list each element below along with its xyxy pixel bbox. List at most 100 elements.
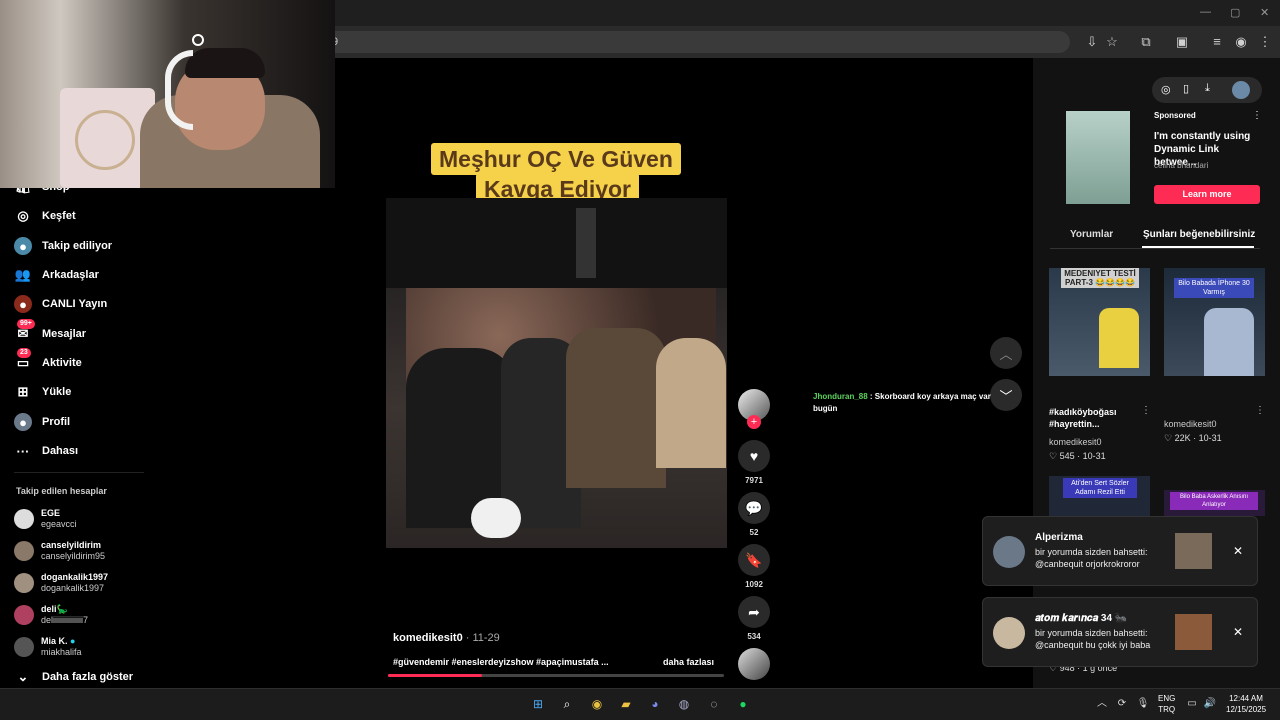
close-icon[interactable]: ✕ <box>1233 544 1243 558</box>
system-clock[interactable]: 12:44 AM 12/15/2025 <box>1226 693 1266 715</box>
close-icon[interactable]: ✕ <box>1233 625 1243 639</box>
sidebar-icon[interactable]: ▣ <box>1173 33 1191 51</box>
show-more-link[interactable]: daha fazlası <box>663 657 714 667</box>
previous-video-button[interactable]: ︿ <box>990 337 1022 369</box>
tray-chevron-icon[interactable]: ︿ <box>1092 694 1112 714</box>
account-item[interactable]: Mia K. ● miakhalifa <box>14 636 82 658</box>
search-icon[interactable]: ⌕ <box>557 694 577 714</box>
account-item[interactable]: deli🦕 deliiiiiiiiiiiiiii7 <box>14 604 88 626</box>
video-player[interactable] <box>386 198 727 548</box>
download-icon[interactable]: ⤓ <box>1205 82 1210 95</box>
share-button[interactable]: ➦ <box>738 596 770 628</box>
video-progress-bar[interactable] <box>388 674 724 677</box>
sidebar-item-following[interactable]: ● Takip ediliyor <box>14 235 112 257</box>
club-logo <box>75 110 135 170</box>
video-stats: ♡ 22K · 10-31 <box>1164 433 1222 443</box>
sidebar-item-profile[interactable]: ● Profil <box>14 411 70 433</box>
account-name: dogankalik1997 <box>41 572 109 582</box>
comment-button[interactable]: 💬 <box>738 492 770 524</box>
app-icon[interactable]: ◌ <box>704 694 724 714</box>
learn-more-button[interactable]: Learn more <box>1154 185 1260 204</box>
tab-comments[interactable]: Yorumlar <box>1070 229 1113 240</box>
maximize-button[interactable]: ▢ <box>1230 6 1240 19</box>
profile-avatar-icon[interactable]: ◉ <box>1232 33 1250 51</box>
chrome-icon[interactable]: ◉ <box>587 694 607 714</box>
man-brown-shirt <box>566 328 666 488</box>
save-button[interactable]: 🔖 <box>738 544 770 576</box>
file-explorer-icon[interactable]: ▰ <box>616 694 636 714</box>
discord-icon[interactable]: ◕ <box>645 694 665 714</box>
sync-icon[interactable]: ⟳ <box>1112 694 1132 714</box>
minimize-button[interactable]: — <box>1200 6 1211 18</box>
menu-icon[interactable]: ⋮ <box>1256 33 1274 51</box>
avatar <box>14 637 34 657</box>
video-thumbnail[interactable]: Ati'den Sert Sözler Adamı Rezil Etti <box>1049 476 1150 516</box>
sidebar-item-friends[interactable]: 👥 Arkadaşlar <box>14 264 99 286</box>
avatar <box>14 605 34 625</box>
video-thumbnail[interactable]: Bilo Baba Askerlik Anısını Anlatıyor <box>1164 490 1265 516</box>
notification-user: Alperizma <box>1035 532 1083 543</box>
address-bar[interactable]: 9 <box>300 31 1070 53</box>
show-more-button[interactable]: ⌄ Daha fazla göster <box>14 666 134 688</box>
extensions-icon[interactable]: ⧉ <box>1137 33 1155 51</box>
camera-tripod <box>576 208 596 278</box>
sidebar-item-messages[interactable]: ✉ 99+ Mesajlar <box>14 319 86 345</box>
tab-you-may-like[interactable]: Şunları beğenebilirsiniz <box>1143 229 1255 240</box>
following-icon: ● <box>14 237 32 255</box>
more-options-icon[interactable]: ⋮ <box>1255 405 1265 416</box>
notification-mention: @canbequit bu çokk iyi baba <box>1035 640 1151 650</box>
video-title[interactable]: #kadıköyboğası #hayrettin... <box>1049 406 1144 430</box>
spotify-icon[interactable]: ● <box>733 694 753 714</box>
volume-icon[interactable]: 🔊 <box>1200 694 1220 714</box>
save-count: 1092 <box>745 580 763 589</box>
video-author[interactable]: komedikesit0 · 11-29 <box>393 632 500 644</box>
user-avatar-icon[interactable] <box>1232 81 1250 99</box>
chevron-up-icon: ︿ <box>999 346 1013 362</box>
video-hashtags[interactable]: #güvendemir #eneslerdeyizshow #apaçimust… <box>393 657 609 667</box>
account-name: Mia K. <box>41 636 68 646</box>
thumbnail-overlay-text: Ati'den Sert Sözler Adamı Rezil Etti <box>1063 478 1137 498</box>
ad-thumbnail[interactable] <box>1066 111 1130 204</box>
sidebar-item-upload[interactable]: ⊞ Yükle <box>14 381 72 403</box>
follow-plus-icon[interactable]: + <box>747 415 761 429</box>
person-hair <box>185 48 265 78</box>
notification-toast[interactable]: Alperizma bir yorumda sizden bahsetti: @c… <box>982 516 1258 586</box>
headphones <box>165 50 193 130</box>
next-video-button[interactable]: ﹀ <box>990 379 1022 411</box>
more-options-icon[interactable]: ⋮ <box>1141 405 1151 416</box>
video-author[interactable]: komedikesit0 <box>1049 437 1102 447</box>
more-icon: ··· <box>16 443 30 459</box>
video-thumbnail[interactable]: Bilo Babada İPhone 30 Varmış <box>1164 268 1265 376</box>
sidebar-item-activity[interactable]: ▭ 23 Aktivite <box>14 348 82 374</box>
ad-sponsored-label: Sponsored <box>1154 111 1196 120</box>
account-handle: miakhalifa <box>41 647 82 657</box>
steam-icon[interactable]: ◍ <box>674 694 694 714</box>
start-icon[interactable]: ⊞ <box>528 694 548 714</box>
compass-icon[interactable]: ◎ <box>1161 83 1171 96</box>
video-caption-line1: Meşhur OÇ Ve Güven <box>431 143 681 175</box>
like-button[interactable]: ♥ <box>738 440 770 472</box>
install-icon[interactable]: ⇩ <box>1083 33 1101 51</box>
media-icon[interactable]: ≡ <box>1208 33 1226 51</box>
notification-toast[interactable]: 𝒂𝒕𝒐𝒎 𝒌𝒂𝒓ı𝒏𝒄𝒂 34 🐜 bir yorumda sizden bah… <box>982 597 1258 667</box>
network-icon[interactable]: ▭ <box>1182 694 1202 714</box>
video-author[interactable]: komedikesit0 <box>1164 419 1217 429</box>
bookmark-star-icon[interactable]: ☆ <box>1103 33 1121 51</box>
account-item[interactable]: EGE egeavcci <box>14 508 77 530</box>
music-disc[interactable] <box>738 648 770 680</box>
chat-username: Jhonduran_88 <box>813 392 868 401</box>
account-item[interactable]: dogankalik1997 dogankalik1997 <box>14 572 108 594</box>
close-window-button[interactable]: ✕ <box>1260 6 1269 19</box>
sidebar-item-explore[interactable]: ◎ Keşfet <box>14 205 75 227</box>
ad-more-icon[interactable]: ⋮ <box>1252 110 1262 121</box>
account-item[interactable]: canselyildirim canselyildirim95 <box>14 540 105 562</box>
sidebar-item-more[interactable]: ··· Dahası <box>14 440 79 462</box>
phone-icon[interactable]: ▯ <box>1183 82 1189 95</box>
video-thumbnail[interactable]: MEDENIYET TESTİ PART-3 😂😂😂😂 <box>1049 268 1150 376</box>
language-indicator[interactable]: ENG TRQ <box>1158 693 1175 715</box>
activity-badge: 23 <box>17 348 31 358</box>
microphone-icon[interactable]: 🎙 <box>1133 694 1153 714</box>
notification-text: bir yorumda sizden bahsetti: <box>1035 547 1148 557</box>
account-name: EGE <box>41 508 61 518</box>
sidebar-item-live[interactable]: ● CANLI Yayın <box>14 293 107 315</box>
